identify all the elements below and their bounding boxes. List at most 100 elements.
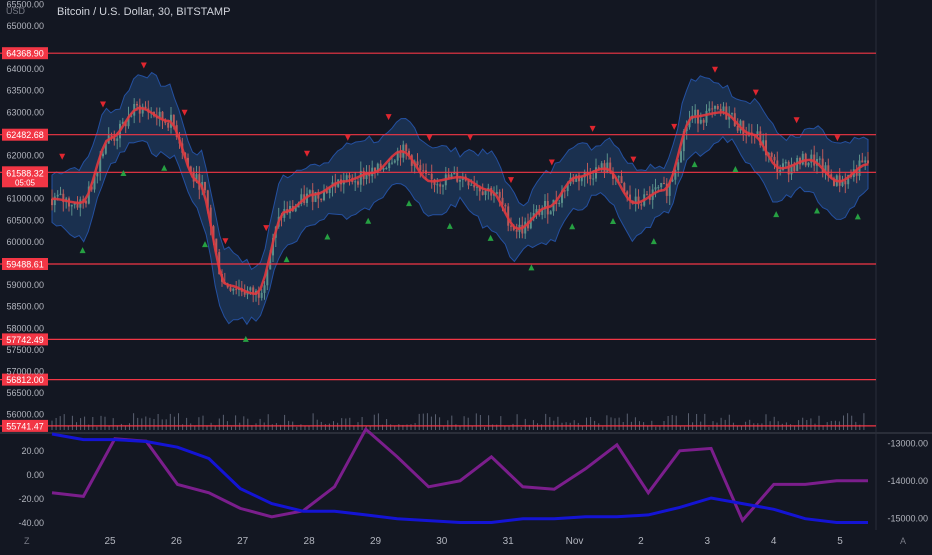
- candle-body: [807, 162, 810, 166]
- candle-body: [708, 108, 711, 111]
- currency-label: USD: [6, 6, 26, 16]
- candle-body: [416, 161, 419, 166]
- sell-signal-icon: [385, 114, 392, 121]
- price-tick-label: 56000.00: [6, 410, 44, 420]
- candle-body: [818, 158, 821, 160]
- price-tick-label: 59000.00: [6, 280, 44, 290]
- sell-signal-icon: [140, 62, 147, 69]
- candle-body: [102, 153, 104, 157]
- candle-body: [779, 169, 782, 172]
- candle-body: [677, 162, 680, 171]
- time-axis-label: 4: [771, 536, 777, 547]
- candle-body: [640, 204, 643, 206]
- current-price-countdown: 05:05: [15, 178, 36, 187]
- candle-body: [308, 190, 311, 194]
- candle-body: [719, 108, 722, 112]
- price-tick-label: 65000.00: [6, 21, 44, 31]
- buy-signal-icon: [854, 213, 861, 220]
- candle-body: [405, 144, 408, 151]
- osc-right-tick: -13000.00: [887, 438, 928, 448]
- sell-signal-icon: [100, 101, 106, 108]
- price-chart[interactable]: 64368.9062482.6861612.6659488.6157742.49…: [0, 0, 932, 550]
- sell-signal-icon: [304, 150, 310, 157]
- candle-body: [260, 292, 263, 298]
- candle-body: [345, 175, 348, 181]
- candle-body: [498, 191, 501, 198]
- auto-scale-button[interactable]: A: [900, 536, 906, 546]
- time-axis-label: 28: [304, 536, 316, 547]
- level-label-text: 59488.61: [6, 260, 44, 270]
- candle-body: [263, 285, 266, 293]
- candle-body: [617, 176, 620, 178]
- candle-body: [484, 190, 487, 195]
- buy-signal-icon: [365, 217, 372, 224]
- candle-body: [70, 204, 73, 207]
- candle-body: [320, 198, 323, 201]
- volume-group: [51, 413, 865, 430]
- time-axis-label: 30: [436, 536, 448, 547]
- level-label: 64368.90: [2, 47, 48, 60]
- candle-body: [680, 151, 682, 163]
- candle-body: [592, 178, 595, 180]
- price-tick-label: 60500.00: [6, 215, 44, 225]
- level-label: 62482.68: [2, 128, 48, 141]
- buy-signal-icon: [446, 222, 453, 229]
- level-label-text: 64368.90: [6, 49, 44, 59]
- candle-body: [580, 177, 583, 182]
- level-label-text: 62482.68: [6, 130, 44, 140]
- time-axis-label: 31: [503, 536, 515, 547]
- current-price-value: 61588.32: [6, 168, 44, 178]
- buy-signal-icon: [650, 238, 657, 245]
- time-axis-label: 29: [370, 536, 382, 547]
- chart-stage[interactable]: 64368.9062482.6861612.6659488.6157742.49…: [0, 0, 932, 550]
- candle-body: [232, 288, 235, 291]
- buy-signal-icon: [732, 165, 739, 172]
- level-label-text: 56812.00: [6, 375, 44, 385]
- log-scale-button[interactable]: Z: [24, 536, 30, 546]
- candle-body: [374, 167, 376, 171]
- sell-signal-icon: [181, 109, 188, 116]
- candle-body: [453, 172, 456, 175]
- buy-signal-icon: [773, 211, 780, 218]
- price-tick-label: 64000.00: [6, 64, 44, 74]
- candle-body: [204, 182, 206, 191]
- candle-body: [549, 211, 552, 215]
- bollinger-band: [51, 71, 869, 326]
- sell-signal-icon: [671, 123, 678, 130]
- candle-body: [439, 184, 442, 187]
- candle-body: [801, 153, 804, 165]
- candle-body: [663, 183, 665, 184]
- level-label-text: 55741.47: [6, 421, 44, 431]
- level-label-text: 57742.49: [6, 335, 44, 345]
- osc-left-tick: -20.00: [18, 494, 44, 504]
- price-tick-label: 60000.00: [6, 237, 44, 247]
- candle-body: [699, 119, 702, 124]
- candle-body: [59, 193, 62, 195]
- candle-body: [784, 161, 787, 164]
- buy-signal-icon: [610, 218, 616, 225]
- sell-signal-icon: [834, 135, 841, 142]
- sell-signal-icon: [344, 134, 351, 141]
- candle-body: [481, 191, 484, 195]
- sell-signal-icon: [222, 238, 229, 245]
- candle-body: [657, 187, 660, 189]
- candle-body: [56, 194, 59, 197]
- candle-body: [770, 152, 773, 157]
- candle-body: [235, 288, 238, 290]
- osc-left-tick: -40.00: [18, 518, 44, 528]
- buy-signal-icon: [528, 264, 535, 271]
- candle-body: [702, 119, 705, 123]
- candle-body: [773, 156, 776, 161]
- candle-body: [844, 180, 847, 185]
- buy-signal-icon: [406, 200, 412, 207]
- price-tick-label: 57500.00: [6, 345, 44, 355]
- candle-body: [470, 184, 473, 186]
- sell-signal-icon: [467, 134, 474, 141]
- candle-body: [391, 162, 393, 164]
- candle-body: [731, 113, 733, 115]
- candle-body: [249, 287, 252, 291]
- candle-body: [357, 181, 359, 185]
- candle-body: [359, 170, 362, 185]
- candle-body: [385, 168, 388, 169]
- sell-signal-icon: [793, 117, 800, 124]
